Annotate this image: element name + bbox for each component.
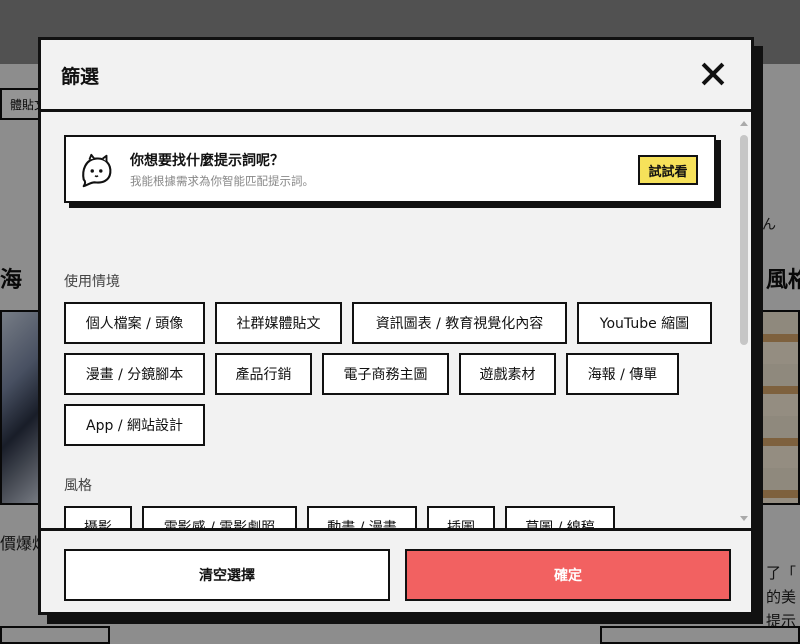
chip-anime-comic[interactable]: 動畫 / 漫畫 bbox=[307, 506, 417, 528]
clear-selection-button[interactable]: 清空選擇 bbox=[64, 549, 390, 601]
chip-product-marketing[interactable]: 產品行銷 bbox=[215, 353, 312, 395]
chip-youtube-thumbnail[interactable]: YouTube 縮圖 bbox=[577, 302, 712, 344]
chip-comic-storyboard[interactable]: 漫畫 / 分鏡腳本 bbox=[64, 353, 205, 395]
close-icon[interactable] bbox=[701, 62, 725, 86]
section-label-usage: 使用情境 bbox=[64, 274, 120, 290]
chip-app-web-design[interactable]: App / 網站設計 bbox=[64, 404, 205, 446]
chip-social-post[interactable]: 社群媒體貼文 bbox=[215, 302, 342, 344]
chip-poster-flyer[interactable]: 海報 / 傳單 bbox=[566, 353, 679, 395]
section-label-style: 風格 bbox=[64, 478, 92, 494]
chip-photography[interactable]: 攝影 bbox=[64, 506, 132, 528]
scrollbar[interactable] bbox=[739, 121, 749, 521]
ghost-icon bbox=[82, 153, 112, 188]
prompt-suggestion-card: 你想要找什麼提示詞呢？ 我能根據需求為你智能匹配提示詞。 試試看 bbox=[64, 135, 716, 203]
scroll-up-icon[interactable] bbox=[740, 121, 748, 126]
modal-body[interactable]: 你想要找什麼提示詞呢？ 我能根據需求為你智能匹配提示詞。 試試看 使用情境 個人… bbox=[41, 115, 751, 528]
try-it-button[interactable]: 試試看 bbox=[638, 155, 698, 185]
chip-cinematic[interactable]: 電影感 / 電影劇照 bbox=[142, 506, 297, 528]
chip-ecommerce-image[interactable]: 電子商務主圖 bbox=[322, 353, 449, 395]
suggestion-title: 你想要找什麼提示詞呢？ bbox=[130, 153, 284, 169]
chip-infographic[interactable]: 資訊圖表 / 教育視覺化內容 bbox=[352, 302, 567, 344]
chip-sketch-lineart[interactable]: 草圖 / 線稿 bbox=[505, 506, 615, 528]
suggestion-subtitle: 我能根據需求為你智能匹配提示詞。 bbox=[130, 174, 314, 188]
scrollbar-thumb[interactable] bbox=[740, 135, 748, 345]
modal-title: 篩選 bbox=[61, 66, 100, 88]
chip-illustration[interactable]: 插圖 bbox=[427, 506, 495, 528]
chip-profile-avatar[interactable]: 個人檔案 / 頭像 bbox=[64, 302, 205, 344]
chip-game-assets[interactable]: 遊戲素材 bbox=[459, 353, 556, 395]
modal-footer: 清空選擇 確定 bbox=[41, 528, 751, 612]
confirm-button[interactable]: 確定 bbox=[405, 549, 731, 601]
scroll-down-icon[interactable] bbox=[740, 516, 748, 521]
filter-modal: 篩選 你想要找什麼提示詞呢？ 我能根據需求為你智能匹配提示詞。 試試看 使用情境… bbox=[38, 37, 754, 615]
modal-header: 篩選 bbox=[41, 40, 751, 112]
